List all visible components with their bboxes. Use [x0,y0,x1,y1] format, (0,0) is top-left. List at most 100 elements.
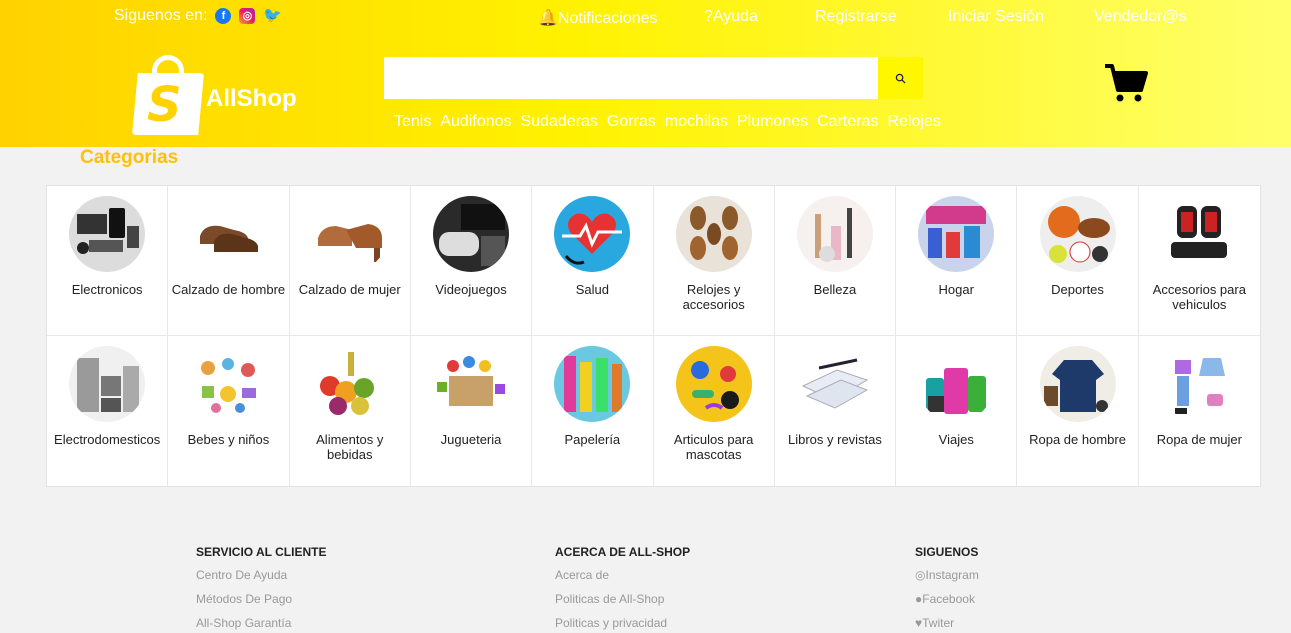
mens-clothing-image [1039,346,1116,422]
category-label: Electrodomesticos [54,432,161,447]
category-articulos-mascotas[interactable]: Articulos para mascotas [654,336,775,486]
quick-link-tenis[interactable]: Tenis [394,113,431,131]
category-label: Calzado de hombre [171,282,286,297]
sports-image [1039,196,1116,272]
search-input[interactable] [384,57,878,99]
social-follow: Siguenos en: f ◎ 🐦 [114,7,282,25]
category-label: Videojuegos [435,282,507,297]
food-drinks-image [311,346,388,422]
category-jugueteria[interactable]: Jugueteria [411,336,533,486]
footer-service-column: SERVICIO AL CLIENTE Centro De Ayuda Méto… [196,545,326,633]
category-ropa-mujer[interactable]: Ropa de mujer [1139,336,1260,486]
instagram-icon[interactable]: ◎ [239,8,256,24]
category-hogar[interactable]: Hogar [896,186,1018,336]
footer-link-help-center[interactable]: Centro De Ayuda [196,568,326,582]
category-deportes[interactable]: Deportes [1017,186,1139,336]
videogames-image [433,196,510,272]
category-label: Calzado de mujer [298,282,401,297]
search-button[interactable] [878,57,923,99]
twitter-icon[interactable]: 🐦 [263,8,282,24]
cart-button[interactable] [1104,63,1148,108]
watches-accessories-image [675,196,752,272]
categories-grid: Electronicos Calzado de hombre Calzado d… [46,185,1261,487]
category-label: Accesorios para vehiculos [1152,282,1246,312]
quick-link-relojes[interactable]: Relojes [887,113,940,131]
toys-image [433,346,510,422]
site-header: Siguenos en: f ◎ 🐦 🔔Notificaciones ?Ayud… [0,0,1291,147]
category-ropa-hombre[interactable]: Ropa de hombre [1017,336,1139,486]
category-label: Jugueteria [440,432,502,447]
travel-image [918,346,995,422]
category-videojuegos[interactable]: Videojuegos [410,186,533,336]
books-magazines-image [796,346,873,422]
footer-about-column: ACERCA DE ALL-SHOP Acerca de Politicas d… [555,545,690,633]
category-bebes-ninos[interactable]: Bebes y niños [168,336,290,486]
category-belleza[interactable]: Belleza [774,186,897,336]
mens-shoes-image [190,196,267,272]
site-footer: SERVICIO AL CLIENTE Centro De Ayuda Méto… [0,487,1291,633]
quick-link-audifonos[interactable]: Audifonos [440,113,511,131]
footer-link-policies[interactable]: Politicas de All-Shop [555,592,690,606]
category-libros-revistas[interactable]: Libros y revistas [775,336,897,486]
footer-service-title: SERVICIO AL CLIENTE [196,545,327,559]
logo-text: AllShop [206,85,297,112]
site-logo[interactable]: S AllShop [132,55,297,135]
category-label: Ropa de hombre [1029,432,1126,447]
footer-follow-title: SIGUENOS [915,545,979,559]
category-label: Libros y revistas [787,432,882,447]
categories-title: Categorias [80,147,179,168]
category-label: Bebes y niños [187,432,270,447]
register-link[interactable]: Registrarse [815,8,897,26]
category-electrodomesticos[interactable]: Electrodomesticos [47,336,169,486]
home-image [918,196,995,272]
quick-link-carteras[interactable]: Carteras [817,113,878,131]
baby-kids-image [190,346,267,422]
quick-link-sudaderas[interactable]: Sudaderas [521,113,598,131]
login-link[interactable]: Iniciar Sesión [948,8,1044,26]
category-papeleria[interactable]: Papelería [532,336,654,486]
category-relojes-accesorios[interactable]: Relojes y accesorios [653,186,775,336]
footer-link-facebook[interactable]: ●Facebook [915,592,979,606]
category-accesorios-vehiculos[interactable]: Accesorios para vehiculos [1138,186,1260,336]
category-alimentos-bebidas[interactable]: Alimentos y bebidas [290,336,411,486]
category-label: Papelería [564,432,621,447]
health-image [554,196,631,272]
vehicle-accessories-image [1161,196,1238,272]
search-icon [895,73,906,84]
footer-follow-column: SIGUENOS ◎Instagram ●Facebook ♥Twiter [915,545,979,633]
category-calzado-hombre[interactable]: Calzado de hombre [168,186,290,336]
notifications-link[interactable]: 🔔Notificaciones [538,8,658,28]
footer-about-title: ACERCA DE ALL-SHOP [555,545,691,559]
pet-supplies-image [675,346,752,422]
category-label: Electronicos [71,282,143,297]
stationery-image [554,346,631,422]
womens-clothing-image [1161,346,1238,422]
shopping-bag-logo-icon: S [132,55,204,135]
category-label: Relojes y accesorios [682,282,745,312]
sellers-link[interactable]: Vendedor@s [1094,8,1187,26]
footer-link-payment-methods[interactable]: Métodos De Pago [196,592,326,606]
footer-link-guarantee[interactable]: All-Shop Garantía [196,616,326,630]
quick-link-mochilas[interactable]: mochilas [665,113,728,131]
category-label: Articulos para mascotas [673,432,754,462]
help-link[interactable]: ?Ayuda [704,8,758,26]
category-calzado-mujer[interactable]: Calzado de mujer [289,186,411,336]
category-label: Viajes [938,432,974,447]
quick-link-plumones[interactable]: Plumones [737,113,808,131]
category-label: Alimentos y bebidas [316,432,384,462]
category-electronicos[interactable]: Electronicos [47,186,169,336]
follow-label: Siguenos en: [114,7,208,24]
category-salud[interactable]: Salud [532,186,654,336]
category-label: Ropa de mujer [1156,432,1242,447]
category-viajes[interactable]: Viajes [896,336,1018,486]
quick-link-gorras[interactable]: Gorras [607,113,656,131]
cart-icon [1105,64,1148,102]
footer-link-about[interactable]: Acerca de [555,568,690,582]
footer-link-twitter[interactable]: ♥Twiter [915,616,979,630]
footer-link-instagram[interactable]: ◎Instagram [915,568,979,582]
footer-link-privacy[interactable]: Politicas y privacidad [555,616,690,630]
category-label: Belleza [813,282,857,297]
category-label: Salud [575,282,609,297]
womens-shoes-image [311,196,388,272]
facebook-icon[interactable]: f [215,8,232,24]
